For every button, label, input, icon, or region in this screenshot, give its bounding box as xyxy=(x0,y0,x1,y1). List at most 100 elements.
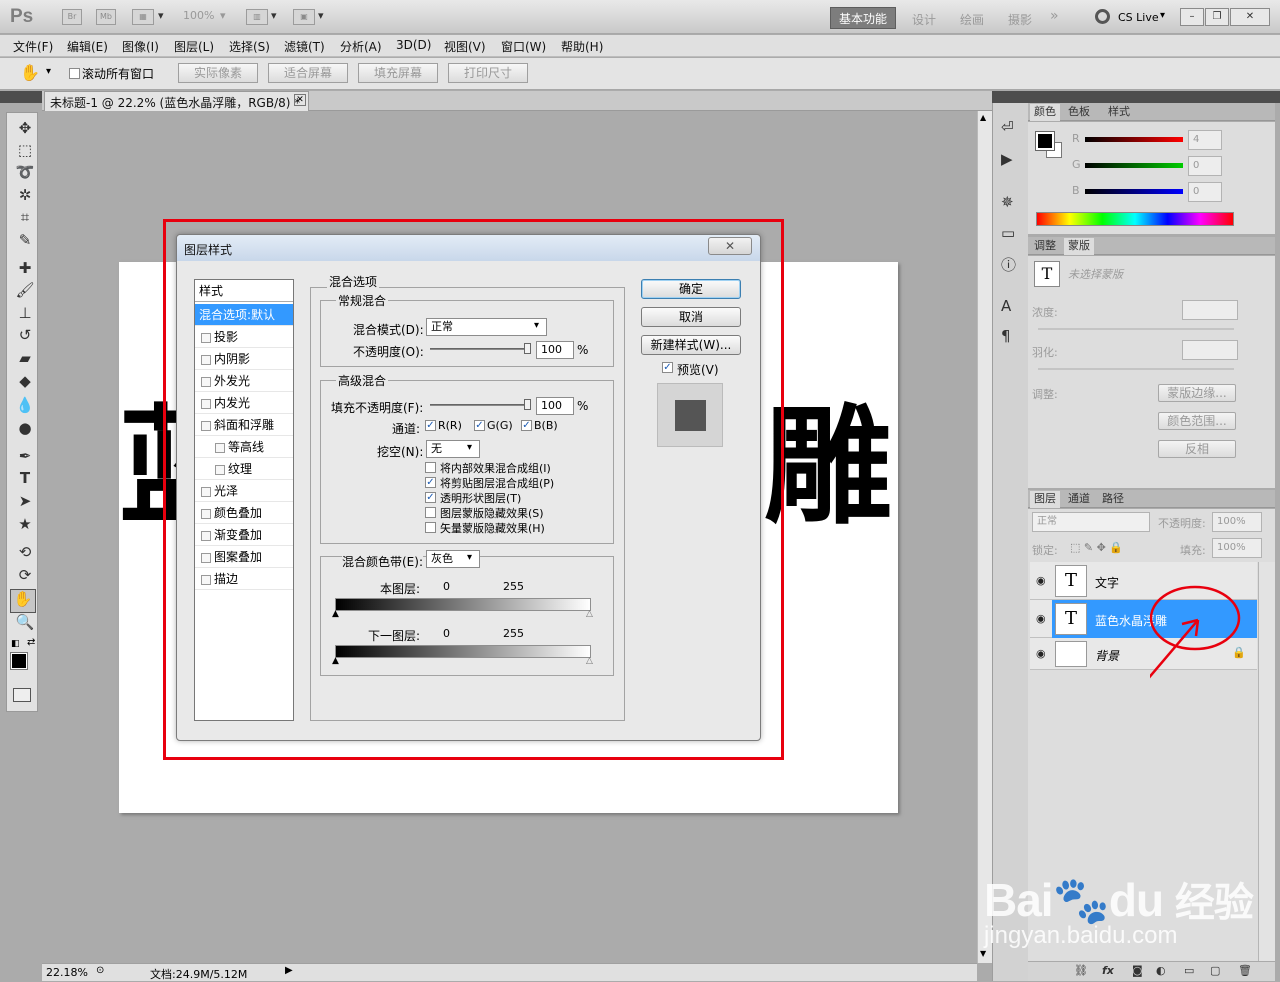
arrange-documents-icon[interactable]: ▥ xyxy=(246,9,268,25)
style-checkbox[interactable] xyxy=(201,376,211,387)
style-item[interactable]: 等高线 xyxy=(195,436,293,458)
crop-tool-icon[interactable]: ⌗ xyxy=(15,208,35,226)
density-slider[interactable] xyxy=(1038,328,1234,330)
eye-icon[interactable]: ◉ xyxy=(1036,574,1046,587)
style-item[interactable]: 内发光 xyxy=(195,392,293,414)
document-tab-label[interactable]: 未标题-1 @ 22.2% (蓝色水晶浮雕，RGB/8) * xyxy=(50,94,300,111)
style-checkbox[interactable] xyxy=(201,486,211,497)
group-icon[interactable]: ▭ xyxy=(1184,964,1194,977)
menu-view[interactable]: 视图(V) xyxy=(444,38,486,55)
hand-tool-icon[interactable]: ✋ xyxy=(20,63,40,82)
history-panel-icon[interactable]: ⏎ xyxy=(1001,118,1014,136)
chevron-down-icon[interactable]: ▾ xyxy=(467,552,472,563)
chevron-down-icon[interactable]: ▾ xyxy=(271,9,277,22)
actual-pixels-button[interactable]: 实际像素 xyxy=(178,63,258,83)
style-item[interactable]: 渐变叠加 xyxy=(195,524,293,546)
tab-swatches[interactable]: 色板 xyxy=(1064,104,1094,121)
print-size-button[interactable]: 打印尺寸 xyxy=(448,63,528,83)
workspace-design[interactable]: 设计 xyxy=(912,11,936,28)
style-item[interactable]: 光泽 xyxy=(195,480,293,502)
style-item[interactable]: 颜色叠加 xyxy=(195,502,293,524)
menu-3d[interactable]: 3D(D) xyxy=(396,38,431,52)
zoom-level[interactable]: 100% xyxy=(183,9,214,22)
fit-screen-button[interactable]: 适合屏幕 xyxy=(268,63,348,83)
fill-opacity-slider-thumb[interactable] xyxy=(524,399,531,410)
style-item[interactable]: 外发光 xyxy=(195,370,293,392)
color-range-button[interactable]: 颜色范围... xyxy=(1158,412,1236,430)
menu-help[interactable]: 帮助(H) xyxy=(561,38,603,55)
workspace-essentials[interactable]: 基本功能 xyxy=(830,7,896,29)
3d-rotate-icon[interactable]: ⟲ xyxy=(15,543,35,561)
tab-adjustments[interactable]: 调整 xyxy=(1030,238,1060,255)
b-field[interactable]: 0 xyxy=(1188,182,1222,202)
actions-panel-icon[interactable]: ▶ xyxy=(1001,150,1013,168)
this-layer-white-slider[interactable]: △ xyxy=(586,609,593,619)
chevron-down-icon[interactable]: ▾ xyxy=(46,66,51,77)
underlying-white-slider[interactable]: △ xyxy=(586,656,593,666)
link-icon[interactable]: ⛓ xyxy=(1074,964,1088,977)
eraser-tool-icon[interactable]: ▰ xyxy=(15,349,35,367)
style-checkbox[interactable] xyxy=(201,530,211,541)
character-panel-icon[interactable]: A xyxy=(1001,297,1011,315)
blur-tool-icon[interactable]: 💧 xyxy=(15,396,35,414)
trash-icon[interactable]: 🗑 xyxy=(1238,964,1252,977)
feather-field[interactable] xyxy=(1182,340,1238,360)
channel-g-checkbox[interactable]: ✓ xyxy=(474,420,485,431)
foreground-color[interactable] xyxy=(10,652,28,670)
3d-panel-icon[interactable]: ✵ xyxy=(1001,193,1014,211)
scroll-up-icon[interactable]: ▲ xyxy=(980,113,986,122)
dialog-close-button[interactable]: ✕ xyxy=(708,237,752,255)
menu-edit[interactable]: 编辑(E) xyxy=(67,38,108,55)
lock-icons[interactable]: ⬚ ✎ ✥ 🔒 xyxy=(1070,541,1123,554)
quick-mask-icon[interactable] xyxy=(13,688,31,702)
cancel-button[interactable]: 取消 xyxy=(641,307,741,327)
minibridge-icon[interactable]: Mb xyxy=(96,9,116,25)
paint-bucket-icon[interactable]: ◆ xyxy=(15,372,35,390)
info-panel-icon[interactable]: ⓘ xyxy=(1001,254,1016,275)
path-select-icon[interactable]: ➤ xyxy=(15,492,35,510)
chevron-down-icon[interactable]: ▾ xyxy=(318,9,324,22)
clone-stamp-icon[interactable]: ⊥ xyxy=(15,304,35,322)
style-checkbox[interactable] xyxy=(201,552,211,563)
menu-select[interactable]: 选择(S) xyxy=(229,38,270,55)
hand-tool-icon[interactable]: ✋ xyxy=(10,589,36,613)
b-slider[interactable] xyxy=(1085,189,1183,194)
opacity-field[interactable]: 100 xyxy=(536,341,574,359)
g-slider[interactable] xyxy=(1085,163,1183,168)
eyedropper-tool-icon[interactable]: ✎ xyxy=(15,231,35,249)
this-layer-black-slider[interactable]: ▲ xyxy=(332,609,339,619)
channel-b-checkbox[interactable]: ✓ xyxy=(521,420,532,431)
style-checkbox[interactable] xyxy=(201,574,211,585)
preview-checkbox[interactable]: ✓ xyxy=(662,362,673,373)
menu-window[interactable]: 窗口(W) xyxy=(501,38,546,55)
tab-color[interactable]: 颜色 xyxy=(1030,104,1060,121)
status-info-icon[interactable]: ⊙ xyxy=(96,965,104,976)
ok-button[interactable]: 确定 xyxy=(641,279,741,299)
zoom-tool-icon[interactable]: 🔍 xyxy=(15,613,35,631)
style-item[interactable]: 纹理 xyxy=(195,458,293,480)
underlying-black-slider[interactable]: ▲ xyxy=(332,656,339,666)
cslive-label[interactable]: CS Live xyxy=(1118,11,1159,24)
fill-opacity-field[interactable]: 100 xyxy=(536,397,574,415)
invert-button[interactable]: 反相 xyxy=(1158,440,1236,458)
menu-layer[interactable]: 图层(L) xyxy=(174,38,214,55)
more-workspaces-icon[interactable]: » xyxy=(1050,8,1059,24)
healing-brush-icon[interactable]: ✚ xyxy=(15,259,35,277)
opacity-slider-thumb[interactable] xyxy=(524,343,531,354)
style-checkbox[interactable] xyxy=(201,332,211,343)
style-checkbox[interactable] xyxy=(201,420,211,431)
3d-orbit-icon[interactable]: ⟳ xyxy=(15,566,35,584)
paragraph-panel-icon[interactable]: ¶ xyxy=(1001,327,1011,345)
chevron-down-icon[interactable]: ▾ xyxy=(534,320,539,331)
style-item[interactable]: 内阴影 xyxy=(195,348,293,370)
type-tool-icon[interactable]: T xyxy=(15,469,35,487)
blend-option-checkbox[interactable]: ✓ xyxy=(425,477,436,488)
lasso-tool-icon[interactable]: ➰ xyxy=(15,163,35,181)
close-tab-icon[interactable]: ✕ xyxy=(294,94,306,106)
tab-styles[interactable]: 样式 xyxy=(1104,104,1134,121)
channel-r-checkbox[interactable]: ✓ xyxy=(425,420,436,431)
fill-screen-button[interactable]: 填充屏幕 xyxy=(358,63,438,83)
status-menu-icon[interactable]: ▶ xyxy=(285,965,293,976)
restore-button[interactable]: ❐ xyxy=(1205,8,1229,26)
scroll-all-checkbox[interactable] xyxy=(69,68,80,79)
